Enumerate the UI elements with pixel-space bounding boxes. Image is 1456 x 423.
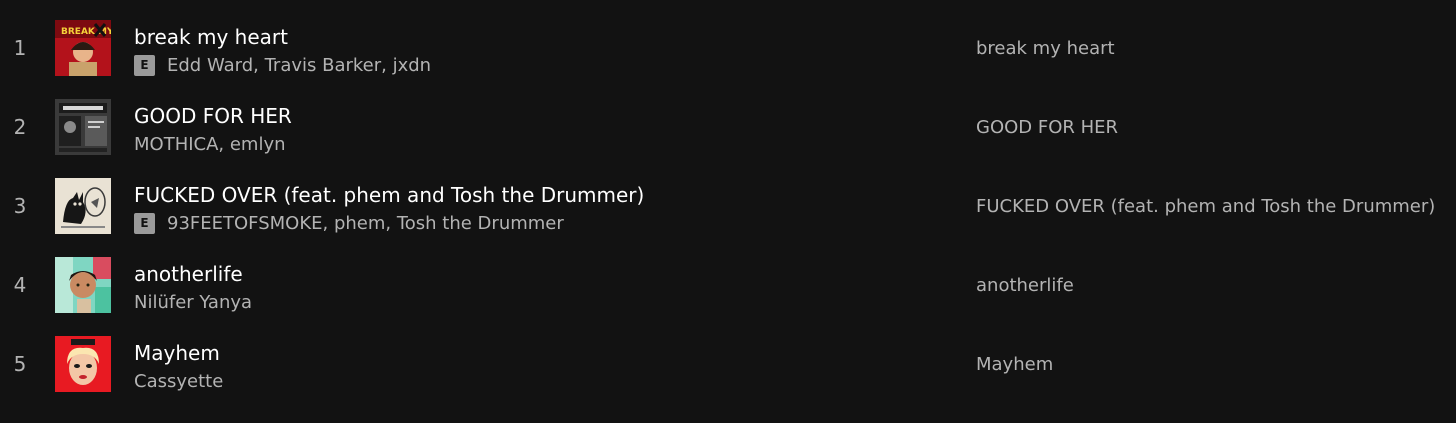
track-meta: Cassyette [134,370,223,392]
track-artists[interactable]: Edd Ward, Travis Barker, jxdn [167,55,431,76]
album-cover[interactable]: BREAK MY [55,20,111,76]
track-meta: E Edd Ward, Travis Barker, jxdn [134,54,431,76]
track-number: 1 [13,36,27,60]
track-title[interactable]: anotherlife [134,262,243,286]
track-row[interactable]: 5 Mayhem Cassyette Mayhem [0,325,1456,404]
track-row[interactable]: 4 anotherlife Nilüfer Yanya anotherlife [0,246,1456,325]
track-meta: Nilüfer Yanya [134,291,252,313]
track-title[interactable]: break my heart [134,25,288,49]
track-number: 5 [13,352,27,376]
track-album[interactable]: anotherlife [976,246,1074,325]
track-title[interactable]: Mayhem [134,341,220,365]
track-row[interactable]: 1 BREAK MY break my heart E Edd Ward, Tr… [0,9,1456,88]
explicit-badge: E [134,212,155,234]
track-title[interactable]: FUCKED OVER (feat. phem and Tosh the Dru… [134,183,644,207]
track-artists[interactable]: MOTHICA, emlyn [134,134,286,155]
track-number: 4 [13,273,27,297]
track-artists[interactable]: Nilüfer Yanya [134,292,252,313]
tracklist: 1 BREAK MY break my heart E Edd Ward, Tr… [0,0,1456,423]
track-artists[interactable]: Cassyette [134,371,223,392]
track-meta: MOTHICA, emlyn [134,133,286,155]
album-cover[interactable] [55,257,111,313]
track-album[interactable]: FUCKED OVER (feat. phem and Tosh the Dru… [976,167,1435,246]
track-artists[interactable]: 93FEETOFSMOKE, phem, Tosh the Drummer [167,213,564,234]
track-album[interactable]: GOOD FOR HER [976,88,1118,167]
track-album[interactable]: break my heart [976,9,1115,88]
track-meta: E 93FEETOFSMOKE, phem, Tosh the Drummer [134,212,564,234]
track-album[interactable]: Mayhem [976,325,1053,404]
track-title[interactable]: GOOD FOR HER [134,104,292,128]
track-number: 2 [13,115,27,139]
track-row[interactable]: 3 FUCKED OVER (feat. phem and Tosh the D… [0,167,1456,246]
album-cover[interactable] [55,178,111,234]
explicit-badge: E [134,54,155,76]
track-row[interactable]: 2 GOOD FOR HER MOTHICA, emlyn GOOD FOR H… [0,88,1456,167]
track-number: 3 [13,194,27,218]
album-cover[interactable] [55,336,111,392]
album-cover[interactable] [55,99,111,155]
